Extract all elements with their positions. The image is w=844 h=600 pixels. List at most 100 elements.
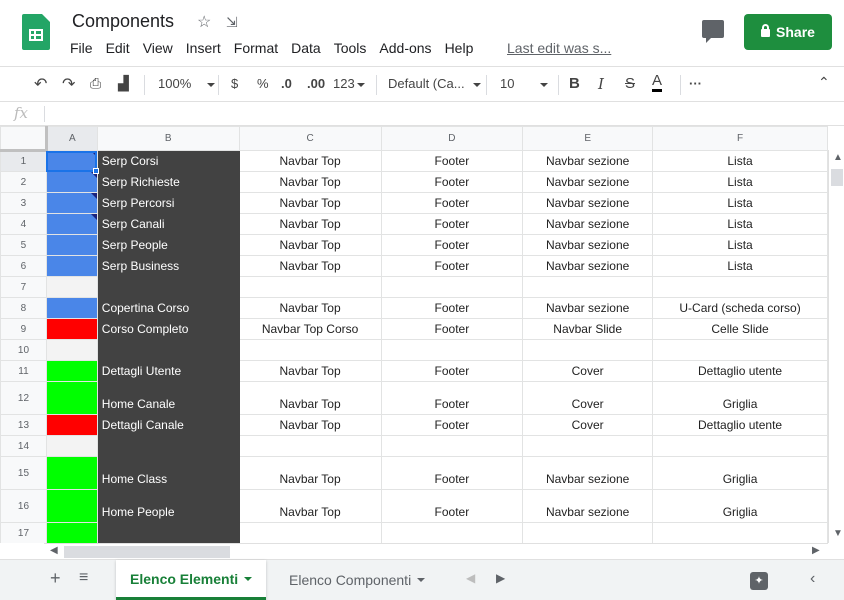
cell-f[interactable] [652, 522, 828, 543]
cell-a[interactable] [45, 456, 98, 490]
cell-e[interactable]: Navbar sezione [522, 489, 654, 523]
all-sheets-icon[interactable]: ≡ [79, 569, 88, 587]
cell-d[interactable]: Footer [380, 171, 524, 193]
cell-c[interactable] [238, 435, 382, 457]
row-header[interactable]: 6 [0, 255, 47, 277]
cell-b[interactable]: Serp People [96, 234, 240, 256]
column-header-b[interactable]: B [96, 126, 240, 151]
scroll-left-icon[interactable]: ◀ [50, 545, 58, 556]
row-header[interactable]: 1 [0, 150, 47, 172]
side-panel-toggle-icon[interactable]: ‹ [810, 570, 815, 588]
star-icon[interactable]: ☆ [197, 12, 211, 32]
cell-a[interactable] [45, 339, 98, 361]
cell-f[interactable]: Lista [652, 150, 828, 172]
row-header[interactable]: 16 [0, 489, 47, 523]
cell-e[interactable]: Navbar sezione [522, 234, 654, 256]
cell-f[interactable]: Griglia [652, 381, 828, 415]
cell-e[interactable]: Navbar sezione [522, 255, 654, 277]
vertical-scroll-thumb[interactable] [831, 169, 843, 186]
cell-b[interactable]: Dettagli Utente [96, 360, 240, 382]
row-header[interactable]: 7 [0, 276, 47, 298]
menu-view[interactable]: View [143, 40, 173, 56]
cell-c[interactable]: Navbar Top [238, 171, 382, 193]
cell-c[interactable]: Navbar Top [238, 213, 382, 235]
cell-e[interactable]: Navbar sezione [522, 150, 654, 172]
column-header-d[interactable]: D [380, 126, 524, 151]
scroll-up-icon[interactable]: ▲ [833, 152, 843, 163]
cell-c[interactable]: Navbar Top [238, 150, 382, 172]
cell-c[interactable] [238, 276, 382, 298]
move-folder-icon[interactable]: ⇲ [226, 14, 238, 31]
cell-d[interactable]: Footer [380, 381, 524, 415]
cell-a[interactable] [45, 414, 98, 436]
cell-e[interactable] [522, 276, 654, 298]
cell-b[interactable] [96, 276, 240, 298]
cell-b[interactable]: Serp Corsi [96, 150, 240, 172]
more-formats-select[interactable]: 123 [333, 76, 365, 91]
cell-d[interactable]: Footer [380, 213, 524, 235]
percent-button[interactable]: % [257, 76, 269, 91]
text-color-button[interactable]: A [652, 73, 663, 92]
menu-help[interactable]: Help [445, 40, 474, 56]
cell-f[interactable] [652, 435, 828, 457]
menu-tools[interactable]: Tools [334, 40, 367, 56]
cell-d[interactable]: Footer [380, 234, 524, 256]
cell-e[interactable]: Navbar sezione [522, 171, 654, 193]
font-select[interactable]: Default (Ca... [388, 76, 481, 91]
column-header-f[interactable]: F [652, 126, 828, 151]
cell-e[interactable]: Navbar sezione [522, 192, 654, 214]
cell-d[interactable]: Footer [380, 318, 524, 340]
cell-a[interactable] [45, 276, 98, 298]
cell-f[interactable]: Dettaglio utente [652, 360, 828, 382]
vertical-scrollbar[interactable]: ▲ ▼ [828, 150, 844, 543]
undo-icon[interactable]: ↶ [34, 74, 47, 94]
formula-input[interactable] [50, 102, 830, 126]
horizontal-scroll-thumb[interactable] [64, 546, 230, 558]
cell-f[interactable] [652, 339, 828, 361]
redo-icon[interactable]: ↷ [62, 74, 75, 94]
row-header[interactable]: 9 [0, 318, 47, 340]
cell-b[interactable]: Copertina Corso [96, 297, 240, 319]
horizontal-scrollbar[interactable]: ◀ ▶ [44, 543, 828, 559]
share-button[interactable]: Share [744, 14, 832, 50]
menu-insert[interactable]: Insert [186, 40, 221, 56]
row-header[interactable]: 13 [0, 414, 47, 436]
cell-a[interactable] [45, 489, 98, 523]
more-options-button[interactable]: ··· [689, 76, 702, 91]
menu-data[interactable]: Data [291, 40, 321, 56]
cell-c[interactable]: Navbar Top [238, 360, 382, 382]
cell-d[interactable] [380, 276, 524, 298]
cell-f[interactable] [652, 276, 828, 298]
cell-c[interactable]: Navbar Top Corso [238, 318, 382, 340]
cell-c[interactable]: Navbar Top [238, 456, 382, 490]
collapse-toolbar-icon[interactable]: ⌃ [818, 74, 830, 91]
cell-c[interactable]: Navbar Top [238, 255, 382, 277]
cell-b[interactable] [96, 435, 240, 457]
cell-c[interactable]: Navbar Top [238, 414, 382, 436]
cell-e[interactable] [522, 435, 654, 457]
cell-b[interactable] [96, 339, 240, 361]
cell-d[interactable]: Footer [380, 456, 524, 490]
document-title[interactable]: Components [72, 11, 174, 32]
last-edit-link[interactable]: Last edit was s... [507, 40, 611, 56]
cell-e[interactable]: Navbar sezione [522, 456, 654, 490]
cell-a[interactable] [45, 150, 98, 172]
cell-f[interactable]: U-Card (scheda corso) [652, 297, 828, 319]
menu-addons[interactable]: Add-ons [379, 40, 431, 56]
cell-d[interactable] [380, 435, 524, 457]
paint-format-icon[interactable]: ▟ [118, 75, 129, 92]
cell-e[interactable]: Cover [522, 381, 654, 415]
cell-c[interactable]: Navbar Top [238, 489, 382, 523]
cell-b[interactable]: Serp Canali [96, 213, 240, 235]
row-header[interactable]: 14 [0, 435, 47, 457]
column-header-c[interactable]: C [238, 126, 382, 151]
cell-e[interactable] [522, 339, 654, 361]
cell-d[interactable]: Footer [380, 489, 524, 523]
menu-format[interactable]: Format [234, 40, 278, 56]
cell-a[interactable] [45, 297, 98, 319]
cell-f[interactable]: Lista [652, 192, 828, 214]
cell-b[interactable]: Home Class [96, 456, 240, 490]
cell-c[interactable]: Navbar Top [238, 297, 382, 319]
scroll-tabs-left-icon[interactable]: ◀ [466, 571, 475, 585]
bold-button[interactable]: B [569, 75, 580, 92]
